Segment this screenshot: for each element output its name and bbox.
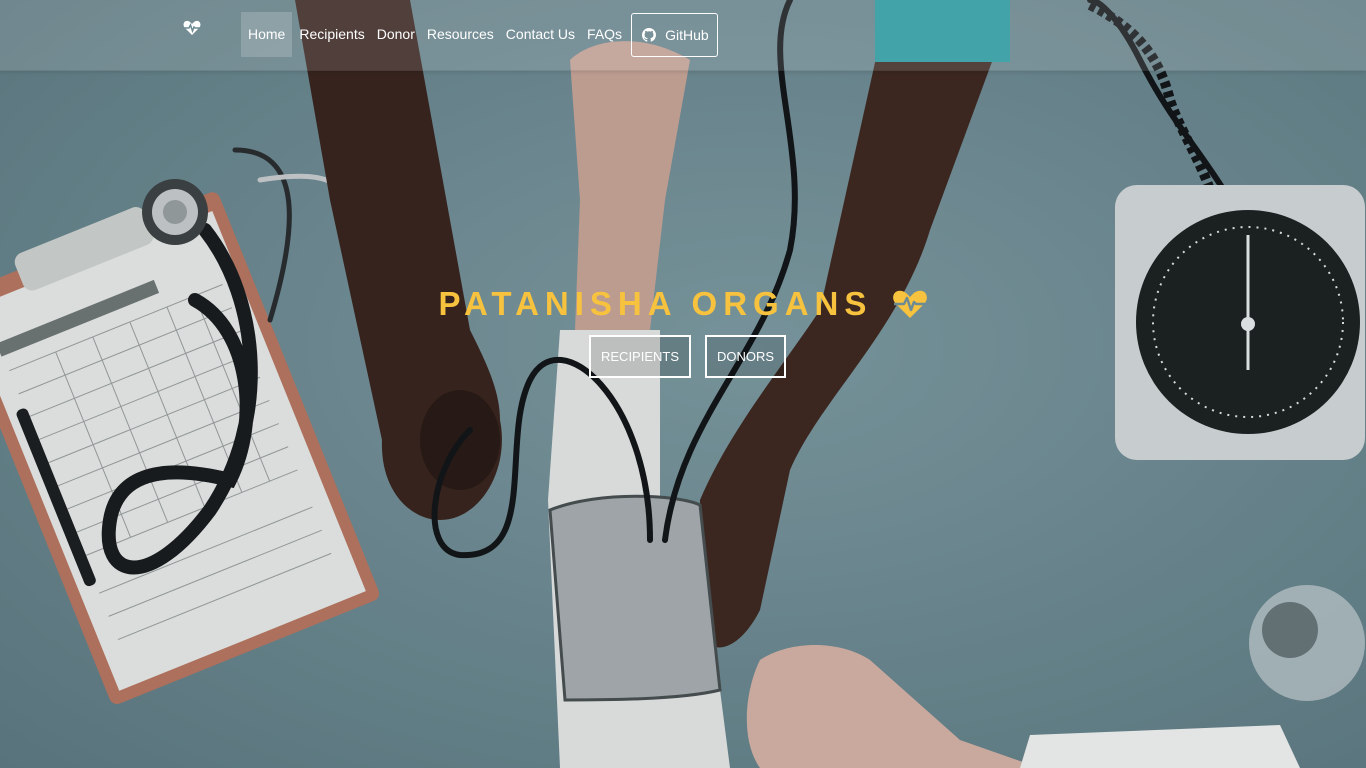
site-title: PATANISHA ORGANS xyxy=(438,285,873,322)
heartbeat-icon[interactable] xyxy=(183,20,201,36)
recipients-button[interactable]: RECIPIENTS xyxy=(589,335,692,378)
hero-title: PATANISHA ORGANS xyxy=(0,285,1366,323)
nav-links: Home Recipients Donor Resources Contact … xyxy=(241,12,718,57)
navbar: Home Recipients Donor Resources Contact … xyxy=(0,0,1366,71)
nav-link-donor[interactable]: Donor xyxy=(372,12,420,57)
donors-button[interactable]: DONORS xyxy=(705,335,787,378)
heartbeat-icon xyxy=(892,290,927,318)
hero-section: Home Recipients Donor Resources Contact … xyxy=(0,0,1366,768)
nav-link-faqs[interactable]: FAQs xyxy=(582,12,627,57)
nav-link-home[interactable]: Home xyxy=(241,12,293,57)
nav-link-recipients[interactable]: Recipients xyxy=(294,12,369,57)
github-label: GitHub xyxy=(665,26,709,43)
hero-buttons: RECIPIENTS DONORS xyxy=(589,335,800,378)
hero-background-image xyxy=(0,0,1366,768)
nav-link-resources[interactable]: Resources xyxy=(422,12,499,57)
nav-link-contact-us[interactable]: Contact Us xyxy=(501,12,580,57)
github-icon xyxy=(642,27,657,42)
github-button[interactable]: GitHub xyxy=(631,12,718,57)
